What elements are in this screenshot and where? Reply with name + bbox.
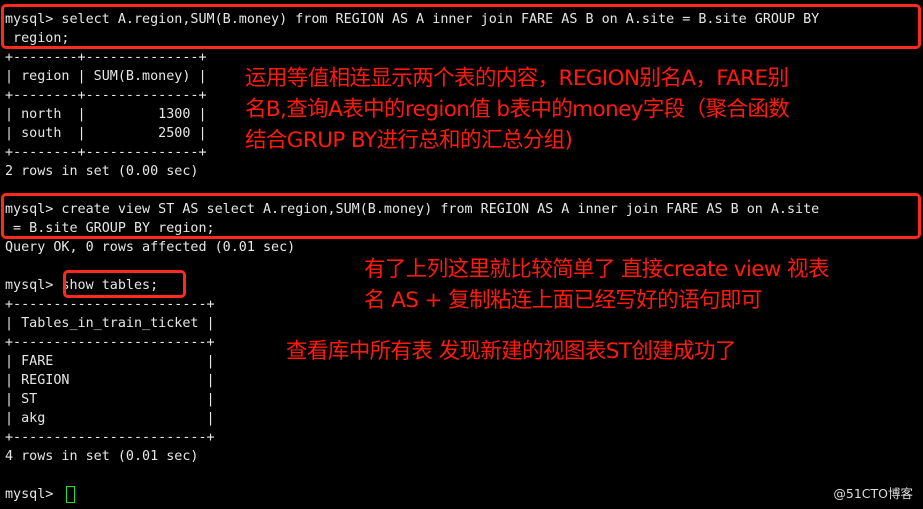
annotation-note-show-tables: 查看库中所有表 发现新建的视图表ST创建成功了	[286, 339, 736, 364]
annotation-note-join: 运用等值相连显示两个表的内容，REGION别名A，FARE别 名B,查询A表中的…	[245, 63, 790, 156]
watermark: @51CTO博客	[833, 486, 913, 501]
terminal-window[interactable]: mysql> select A.region,SUM(B.money) from…	[0, 0, 923, 509]
prompt: mysql>	[5, 487, 62, 502]
table-row: | akg |	[5, 411, 215, 426]
text-cursor[interactable]	[66, 486, 75, 503]
table-border: +--------+--------------+	[5, 50, 207, 65]
highlight-box-create-view	[1, 193, 921, 239]
annotation-line: 有了上列这里就比较简单了 直接create view 视表	[364, 257, 829, 282]
prompt: mysql>	[5, 278, 62, 293]
table-header: | Tables_in_train_ticket |	[5, 316, 215, 331]
highlight-box-show-tables	[63, 270, 186, 298]
table-row: | south | 2500 |	[5, 126, 207, 141]
highlight-box-select-query	[1, 4, 921, 49]
table-row: | REGION |	[5, 373, 215, 388]
table-border: +--------+--------------+	[5, 88, 207, 103]
annotation-line: 运用等值相连显示两个表的内容，REGION别名A，FARE别	[245, 66, 789, 91]
table-border: +------------------------+	[5, 430, 215, 445]
table-border: +--------+--------------+	[5, 145, 207, 160]
annotation-note-create-view: 有了上列这里就比较简单了 直接create view 视表 名 AS + 复制粘…	[364, 254, 829, 316]
table-row: | north | 1300 |	[5, 107, 207, 122]
annotation-line: 名B,查询A表中的region值 b表中的money字段（聚合函数	[245, 97, 790, 122]
result-status: 4 rows in set (0.01 sec)	[5, 449, 199, 464]
table-row: | ST |	[5, 392, 215, 407]
result-status: Query OK, 0 rows affected (0.01 sec)	[5, 240, 296, 255]
annotation-line: 结合GRUP BY进行总和的汇总分组)	[245, 128, 573, 153]
annotation-line: 名 AS + 复制粘连上面已经写好的语句即可	[364, 288, 762, 313]
table-border: +------------------------+	[5, 335, 215, 350]
table-header: | region | SUM(B.money) |	[5, 69, 207, 84]
result-status: 2 rows in set (0.00 sec)	[5, 164, 199, 179]
table-row: | FARE |	[5, 354, 215, 369]
